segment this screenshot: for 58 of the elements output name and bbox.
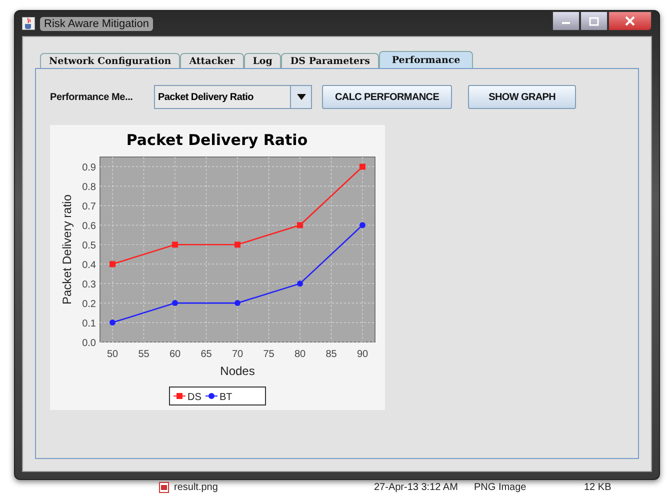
legend-label: BT: [220, 392, 232, 403]
point: [297, 280, 303, 287]
chart-title: Packet Delivery Ratio: [126, 131, 308, 149]
x-tick-label: 65: [200, 349, 212, 360]
point: [234, 300, 240, 306]
file-name: result.png: [174, 482, 219, 493]
point: [110, 261, 116, 268]
y-tick-label: 0.3: [82, 280, 96, 291]
point: [172, 300, 178, 306]
y-tick-label: 0.2: [82, 299, 96, 310]
tab[interactable]: Network Configuration: [40, 53, 180, 68]
y-tick-label: 0.4: [82, 260, 96, 272]
performance-metric-label: Performance Me...: [50, 92, 134, 102]
x-tick-label: 55: [138, 349, 150, 360]
coffee-cup-icon: [22, 17, 35, 30]
point: [297, 222, 303, 228]
metric-dropdown[interactable]: Packet Delivery Ratio: [154, 85, 312, 109]
point: [234, 242, 240, 248]
y-tick-label: 0.8: [82, 182, 96, 194]
x-tick-label: 90: [356, 349, 368, 360]
point: [360, 222, 366, 228]
minimize-button[interactable]: [552, 11, 580, 31]
close-icon: [625, 16, 635, 26]
y-tick-label: 0.5: [82, 240, 96, 252]
window-title: Risk Aware Mitigation: [40, 16, 153, 30]
legend-label: DS: [188, 392, 202, 403]
x-tick-label: 75: [263, 349, 274, 360]
legend-marker-icon: [173, 393, 186, 399]
x-tick-label: 70: [232, 349, 244, 360]
x-tick-label: 60: [169, 349, 181, 360]
x-tick-label: 80: [294, 349, 306, 360]
image-file-icon: [159, 482, 169, 493]
y-tick-label: 0.9: [82, 162, 96, 174]
tab[interactable]: Log: [244, 53, 282, 68]
caret-icon: [296, 94, 306, 100]
maximize-icon: [589, 16, 599, 26]
x-axis-title: Nodes: [220, 364, 255, 378]
tab[interactable]: Performance: [378, 51, 474, 68]
legend-marker-icon: [205, 393, 218, 399]
point: [360, 164, 366, 170]
point: [110, 320, 116, 326]
tab[interactable]: Attacker: [180, 53, 244, 68]
x-tick-label: 85: [326, 349, 337, 360]
action-button[interactable]: CALC PERFORMANCE: [322, 85, 452, 109]
action-button[interactable]: SHOW GRAPH: [468, 85, 576, 109]
x-tick-label: 50: [106, 349, 118, 360]
y-tick-label: 0.0: [82, 338, 96, 349]
tab[interactable]: DS Parameters: [281, 53, 379, 68]
y-tick-label: 0.1: [82, 318, 96, 330]
point: [172, 242, 178, 248]
file-date: 27-Apr-13 3:12 AM: [374, 482, 459, 493]
close-button[interactable]: [608, 11, 652, 31]
file-type: PNG Image: [474, 482, 528, 493]
y-tick-label: 0.7: [82, 202, 96, 213]
file-size: 12 KB: [584, 482, 612, 493]
y-axis-title: Packet Delivery ratio: [60, 194, 74, 305]
y-tick-label: 0.6: [82, 221, 96, 232]
maximize-button[interactable]: [580, 11, 608, 31]
